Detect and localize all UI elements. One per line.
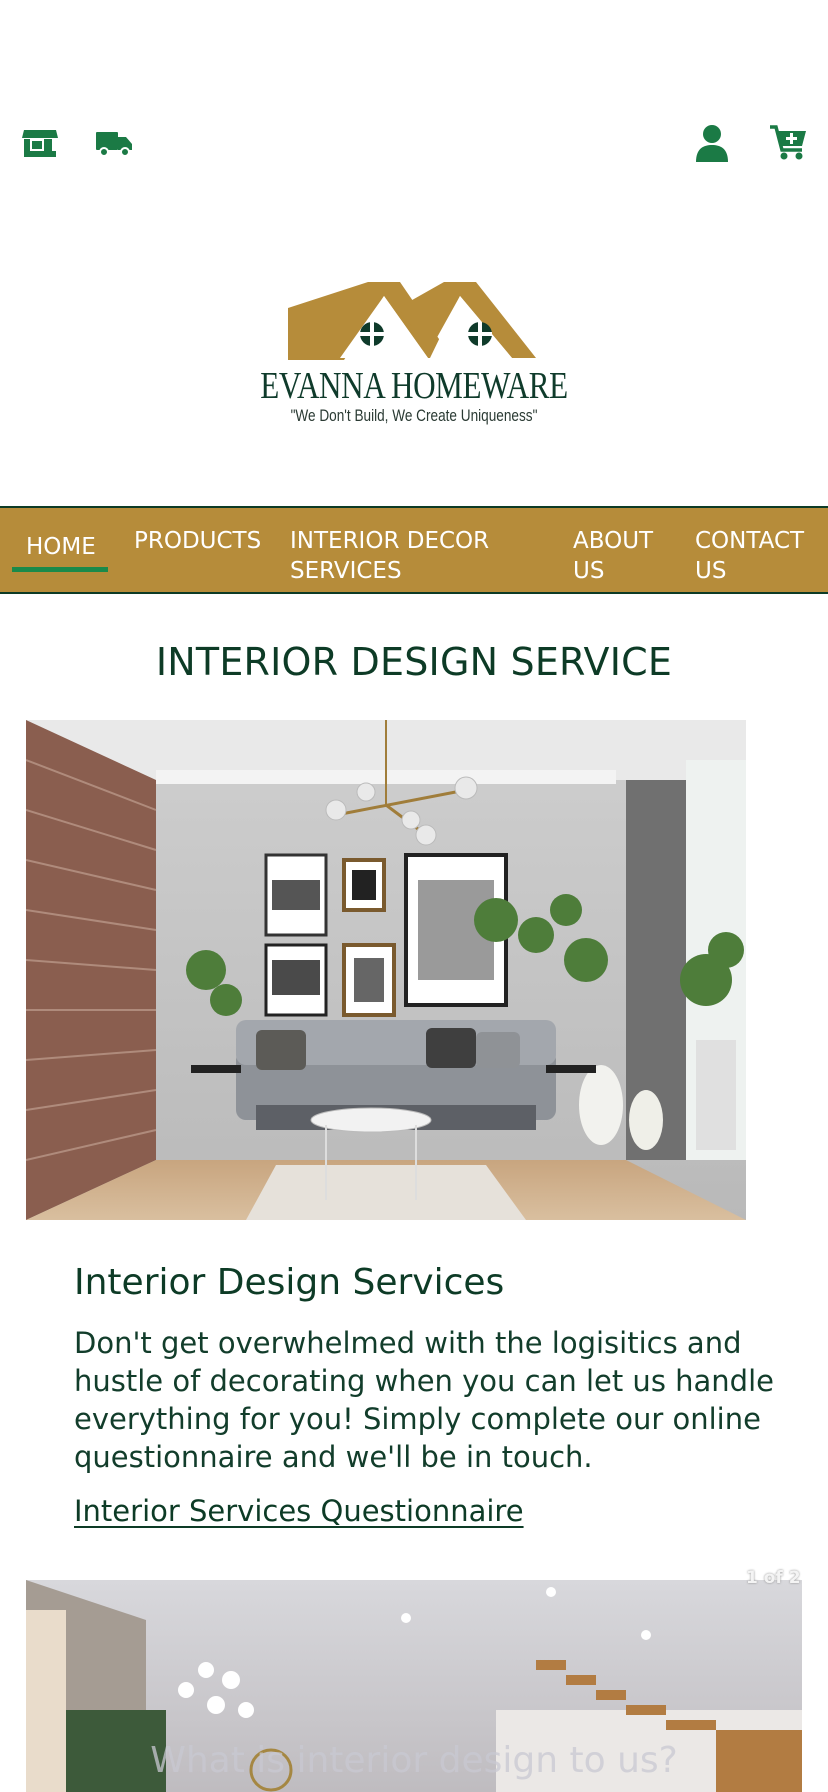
store-icon[interactable] [18,120,62,164]
user-icon[interactable] [690,120,734,164]
truck-icon[interactable] [92,120,136,164]
questionnaire-link[interactable]: Interior Services Questionnaire [74,1494,524,1528]
page-title: INTERIOR DESIGN SERVICE [155,640,673,684]
section-title: Interior Design Services [74,1262,505,1303]
nav-item-contact-us[interactable]: CONTACT US [695,526,815,586]
main-nav: HOME PRODUCTS INTERIOR DECOR SERVICES AB… [0,506,828,594]
top-icon-bar [0,120,828,170]
brand-logo[interactable]: EVANNA HOMEWARE "We Don't Build, We Crea… [0,278,828,428]
living-room-image [26,720,746,1220]
cart-plus-icon[interactable] [766,120,810,164]
nav-item-interior-decor-services[interactable]: INTERIOR DECOR SERVICES [290,526,510,586]
brand-tagline: "We Don't Build, We Create Uniqueness" [290,406,538,425]
nav-item-about-us[interactable]: ABOUT US [573,526,663,586]
slide-caption: What is interior design to us? [150,1740,678,1781]
nav-item-home[interactable]: HOME [12,532,108,572]
section-body: Don't get overwhelmed with the logisitic… [74,1326,774,1474]
nav-item-products[interactable]: PRODUCTS [134,526,261,556]
house-roof-logo-icon [288,282,536,360]
slide-counter: 1 of 2 [746,1568,801,1588]
brand-name: EVANNA HOMEWARE [260,365,568,407]
